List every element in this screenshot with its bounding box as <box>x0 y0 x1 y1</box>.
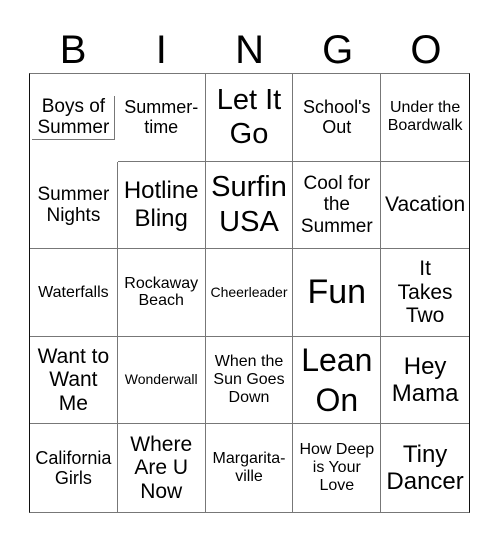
bingo-cell[interactable]: Surfin USA <box>205 161 294 250</box>
bingo-cell[interactable]: Cool for the Summer <box>293 161 382 250</box>
bingo-cell[interactable]: Waterfalls <box>30 249 118 337</box>
bingo-cell[interactable]: When the Sun Goes Down <box>205 336 294 425</box>
bingo-cell[interactable]: Summer Nights <box>30 161 118 250</box>
bingo-cell[interactable]: California Girls <box>30 424 118 512</box>
bingo-cell[interactable]: Where Are U Now <box>118 424 206 512</box>
bingo-cell[interactable]: Lean On <box>293 336 382 425</box>
header-letter-g: G <box>322 28 354 72</box>
bingo-cell[interactable]: Boys of Summer <box>32 96 116 140</box>
bingo-cell[interactable]: Fun <box>293 249 382 337</box>
bingo-cell[interactable]: Hotline Bling <box>117 161 206 250</box>
bingo-cell[interactable]: Summer-time <box>117 74 206 162</box>
bingo-cell[interactable]: Rockaway Beach <box>117 249 206 337</box>
bingo-cell[interactable]: Margarita-ville <box>206 424 294 512</box>
bingo-cell[interactable]: Hey Mama <box>381 337 469 425</box>
bingo-cell[interactable]: Want to Want Me <box>30 336 118 425</box>
bingo-cell[interactable]: Wonderwall <box>117 336 206 425</box>
bingo-cell[interactable]: Let It Go <box>205 74 294 162</box>
bingo-cell[interactable]: Tiny Dancer <box>381 424 469 512</box>
bingo-cell[interactable]: Cheerleader <box>205 249 294 337</box>
bingo-header: B I N G O <box>29 28 470 73</box>
bingo-cell[interactable]: How Deep is Your Love <box>293 424 382 512</box>
header-letter-o: O <box>410 28 442 72</box>
bingo-cell[interactable]: Vacation <box>381 162 469 250</box>
header-letter-n: N <box>235 28 264 72</box>
bingo-cell[interactable]: Under the Boardwalk <box>381 74 469 162</box>
bingo-cell[interactable]: School's Out <box>293 74 382 162</box>
header-letter-b: B <box>59 28 87 72</box>
bingo-grid: Boys of Summer Summer-time Let It Go Sch… <box>29 73 470 513</box>
header-letter-i: I <box>155 28 167 72</box>
bingo-cell[interactable]: It Takes Two <box>381 249 469 337</box>
